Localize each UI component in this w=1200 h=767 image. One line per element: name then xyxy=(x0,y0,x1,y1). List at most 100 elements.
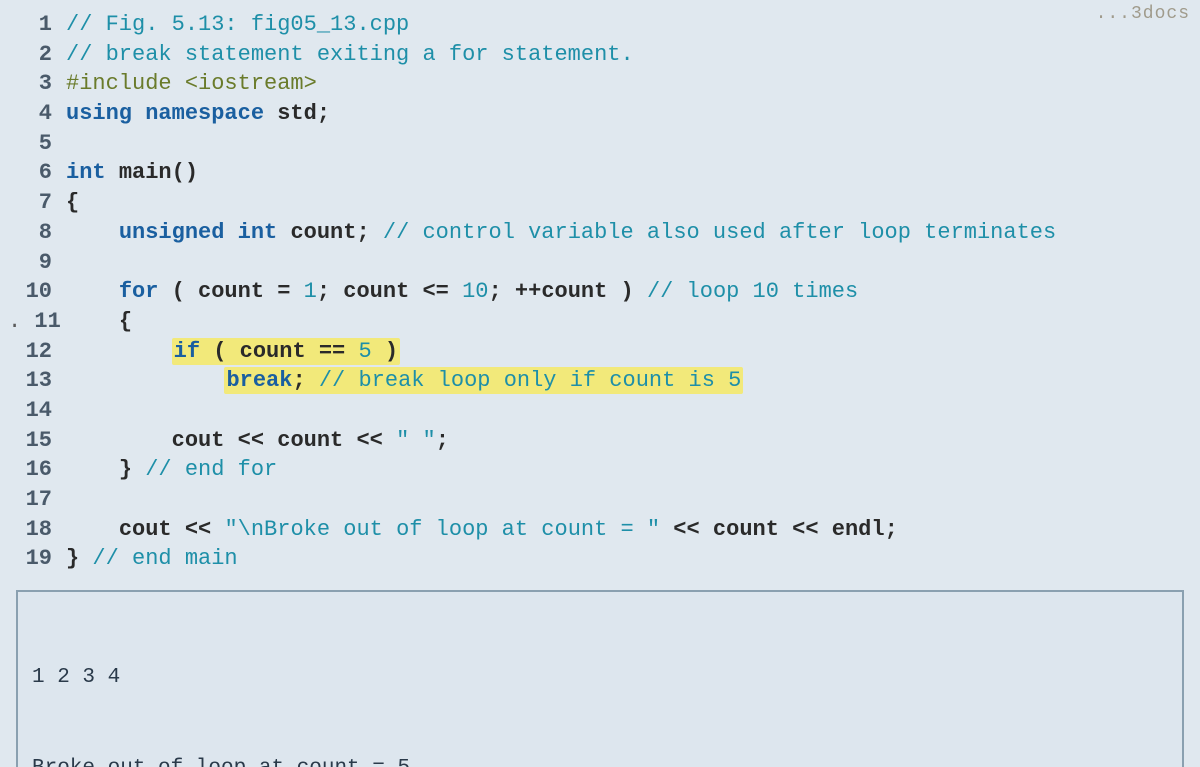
highlighted-code: if ( count == 5 ) xyxy=(172,338,400,365)
token: 5 xyxy=(358,339,371,364)
token: count xyxy=(277,428,343,453)
code-content: using namespace std; xyxy=(66,99,1192,129)
token: ; xyxy=(317,279,343,304)
token: ; xyxy=(292,368,318,393)
code-line: 8 unsigned int count; // control variabl… xyxy=(8,218,1192,248)
token: count xyxy=(240,339,306,364)
code-line: 4using namespace std; xyxy=(8,99,1192,129)
token: // loop 10 times xyxy=(647,279,858,304)
program-output: 1 2 3 4 Broke out of loop at count = 5 xyxy=(16,590,1184,767)
token: std xyxy=(277,101,317,126)
token: // control variable also used after loop… xyxy=(383,220,1056,245)
token: break xyxy=(226,368,292,393)
code-line: 5 xyxy=(8,129,1192,159)
code-content xyxy=(66,129,1192,159)
code-line: 19} // end main xyxy=(8,544,1192,574)
token: count xyxy=(541,279,607,304)
line-number: 13 xyxy=(8,366,66,396)
token: endl xyxy=(832,517,885,542)
code-line: 18 cout << "\nBroke out of loop at count… xyxy=(8,515,1192,545)
code-content: } // end main xyxy=(66,544,1192,574)
line-number: 11 xyxy=(8,307,66,337)
code-content: // break statement exiting a for stateme… xyxy=(66,40,1192,70)
output-line-1: 1 2 3 4 xyxy=(32,663,1168,693)
token: == xyxy=(306,339,359,364)
token: cout xyxy=(119,517,172,542)
line-number: 9 xyxy=(8,248,66,278)
code-content xyxy=(66,485,1192,515)
token: #include <iostream> xyxy=(66,71,317,96)
token: main xyxy=(119,160,172,185)
code-line: 1// Fig. 5.13: fig05_13.cpp xyxy=(8,10,1192,40)
token: ++ xyxy=(515,279,541,304)
line-number: 12 xyxy=(8,337,66,367)
token: ; xyxy=(317,101,330,126)
token: << xyxy=(224,428,277,453)
code-content: cout << "\nBroke out of loop at count = … xyxy=(66,515,1192,545)
token: = xyxy=(264,279,304,304)
highlighted-code: break; // break loop only if count is 5 xyxy=(224,367,743,394)
line-number: 15 xyxy=(8,426,66,456)
token: ( xyxy=(172,279,198,304)
code-content: break; // break loop only if count is 5 xyxy=(66,366,1192,396)
code-line: 2// break statement exiting a for statem… xyxy=(8,40,1192,70)
token: "\nBroke out of loop at count = " xyxy=(224,517,660,542)
code-line: 17 xyxy=(8,485,1192,515)
token: count xyxy=(290,220,356,245)
token: ) xyxy=(607,279,647,304)
code-line: 3#include <iostream> xyxy=(8,69,1192,99)
code-content: cout << count << " "; xyxy=(66,426,1192,456)
code-line: 9 xyxy=(8,248,1192,278)
code-line: 13 break; // break loop only if count is… xyxy=(8,366,1192,396)
token: <= xyxy=(409,279,462,304)
code-content: { xyxy=(66,307,1192,337)
line-number: 16 xyxy=(8,455,66,485)
token: count xyxy=(198,279,264,304)
token: for xyxy=(119,279,172,304)
line-number: 10 xyxy=(8,277,66,307)
token: { xyxy=(119,309,132,334)
line-number: 7 xyxy=(8,188,66,218)
line-number: 1 xyxy=(8,10,66,40)
output-line-2: Broke out of loop at count = 5 xyxy=(32,754,1168,767)
code-content: for ( count = 1; count <= 10; ++count ) … xyxy=(66,277,1192,307)
token: // end for xyxy=(145,457,277,482)
code-line: 16 } // end for xyxy=(8,455,1192,485)
code-line: 12 if ( count == 5 ) xyxy=(8,337,1192,367)
code-content: int main() xyxy=(66,158,1192,188)
token: using namespace xyxy=(66,101,277,126)
token: 10 xyxy=(462,279,488,304)
token: ; xyxy=(885,517,898,542)
line-number: 3 xyxy=(8,69,66,99)
code-line: 11 { xyxy=(8,307,1192,337)
code-content: if ( count == 5 ) xyxy=(66,337,1192,367)
line-number: 5 xyxy=(8,129,66,159)
token: << xyxy=(660,517,713,542)
token: } xyxy=(66,546,92,571)
token: ; xyxy=(436,428,449,453)
line-number: 8 xyxy=(8,218,66,248)
token: // Fig. 5.13: fig05_13.cpp xyxy=(66,12,409,37)
code-content xyxy=(66,396,1192,426)
line-number: 19 xyxy=(8,544,66,574)
code-content: { xyxy=(66,188,1192,218)
code-content: unsigned int count; // control variable … xyxy=(66,218,1192,248)
token: count xyxy=(343,279,409,304)
token: // end main xyxy=(92,546,237,571)
page: 1// Fig. 5.13: fig05_13.cpp2// break sta… xyxy=(0,0,1200,767)
code-line: 7{ xyxy=(8,188,1192,218)
token: << xyxy=(779,517,832,542)
token: // break statement exiting a for stateme… xyxy=(66,42,634,67)
token: unsigned int xyxy=(119,220,291,245)
token: 1 xyxy=(304,279,317,304)
token: ( xyxy=(213,339,239,364)
token: ; xyxy=(489,279,515,304)
token: if xyxy=(174,339,214,364)
token: ) xyxy=(372,339,398,364)
token: int xyxy=(66,160,119,185)
code-line: 14 xyxy=(8,396,1192,426)
line-number: 6 xyxy=(8,158,66,188)
line-number: 18 xyxy=(8,515,66,545)
token: ; xyxy=(356,220,382,245)
line-number: 2 xyxy=(8,40,66,70)
